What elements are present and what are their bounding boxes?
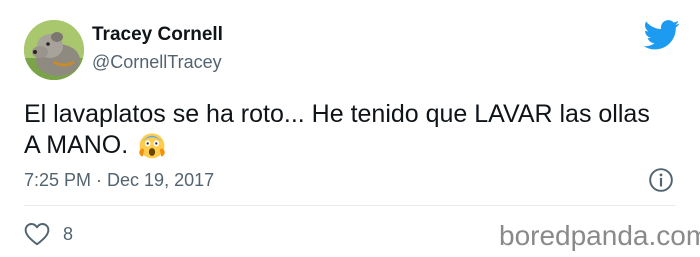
like-count: 8 — [63, 224, 74, 244]
author-handle[interactable]: @CornellTracey — [92, 52, 222, 73]
watermark: boredpanda.com — [499, 220, 700, 251]
dog-avatar-icon — [24, 20, 84, 80]
divider — [24, 205, 676, 206]
tweet-body: El lavaplatos se ha roto... He tenido qu… — [24, 99, 664, 161]
avatar[interactable] — [24, 20, 84, 80]
tweet-text: El lavaplatos se ha roto... He tenido qu… — [24, 100, 650, 159]
screaming-face-icon — [139, 133, 166, 159]
twitter-bird-icon[interactable] — [644, 20, 680, 50]
author-name[interactable]: Tracey Cornell — [92, 24, 223, 46]
tweet-timestamp[interactable]: 7:25 PM · Dec 19, 2017 — [24, 170, 214, 191]
info-icon[interactable] — [648, 167, 674, 193]
tweet-card: Tracey Cornell @CornellTracey El lavapla… — [0, 0, 700, 257]
heart-icon[interactable] — [24, 222, 50, 246]
